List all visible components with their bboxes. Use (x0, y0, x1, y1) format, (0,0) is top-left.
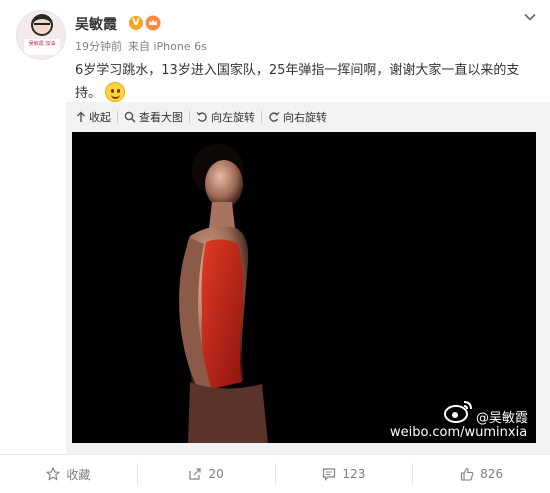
repost-icon (189, 468, 202, 480)
verified-badge-icon: V (129, 16, 143, 30)
rotate-right-button[interactable]: 向右旋转 (264, 102, 331, 132)
like-count: 826 (480, 467, 504, 481)
view-large-label: 查看大图 (139, 111, 183, 124)
post-photo[interactable]: @吴敏霞 weibo.com/wuminxia (72, 132, 536, 443)
weibo-logo-icon (444, 401, 472, 423)
star-icon (46, 467, 61, 481)
author-name[interactable]: 吴敏霞 (75, 14, 117, 34)
rotate-right-icon (269, 112, 280, 122)
action-bar: 收藏 20 123 826 (0, 454, 550, 493)
media-panel: 收起 查看大图 向左旋转 向右旋转 @吴敏霞 weibo.com/wuminxi… (66, 102, 550, 454)
comment-count: 123 (342, 467, 366, 481)
comment-button[interactable]: 123 (276, 463, 414, 485)
toolbar-divider (261, 111, 262, 123)
repost-button[interactable]: 20 (138, 463, 276, 485)
rotate-right-label: 向右旋转 (283, 111, 327, 124)
watermark-name: @吴敏霞 (476, 411, 529, 426)
avatar-sign-text: 吴敏霞 加油 (28, 41, 56, 47)
chevron-down-icon[interactable] (523, 10, 537, 24)
avatar-glasses (34, 23, 50, 27)
post-text-content: 6岁学习跳水，13岁进入国家队，25年弹指一挥间啊，谢谢大家一直以来的支持。 (75, 63, 520, 101)
arrow-up-icon (77, 111, 85, 122)
thumbs-up-icon (461, 467, 474, 481)
repost-count: 20 (208, 467, 224, 481)
view-large-button[interactable]: 查看大图 (120, 102, 187, 132)
search-icon (124, 111, 136, 123)
post-time[interactable]: 19分钟前 (75, 40, 122, 53)
collapse-button[interactable]: 收起 (72, 102, 115, 132)
rotate-left-button[interactable]: 向左旋转 (192, 102, 259, 132)
weibo-post-card: 吴敏霞 加油 吴敏霞 V 19分钟前 来自 iPhone 6s 6岁学习跳水，13… (0, 0, 550, 493)
rotate-left-icon (196, 112, 207, 122)
media-toolbar: 收起 查看大图 向左旋转 向右旋转 (66, 102, 550, 132)
post-meta: 19分钟前 来自 iPhone 6s (75, 38, 213, 54)
avatar-sign: 吴敏霞 加油 (24, 39, 60, 55)
favorite-button[interactable]: 收藏 (0, 463, 138, 485)
avatar[interactable]: 吴敏霞 加油 (16, 10, 66, 60)
rotate-left-label: 向左旋转 (211, 111, 255, 124)
toolbar-divider (189, 111, 190, 123)
favorite-label: 收藏 (66, 467, 91, 482)
diver-figure-image (179, 144, 268, 443)
post-text: 6岁学习跳水，13岁进入国家队，25年弹指一挥间啊，谢谢大家一直以来的支持。 (75, 60, 530, 105)
collapse-label: 收起 (89, 111, 111, 124)
comment-icon (323, 468, 336, 481)
watermark-url: weibo.com/wuminxia (390, 425, 528, 440)
vip-crown-icon (145, 15, 161, 31)
like-button[interactable]: 826 (413, 463, 550, 485)
post-source[interactable]: 来自 iPhone 6s (128, 40, 207, 53)
toolbar-divider (117, 111, 118, 123)
smile-emoji-icon (105, 82, 126, 102)
